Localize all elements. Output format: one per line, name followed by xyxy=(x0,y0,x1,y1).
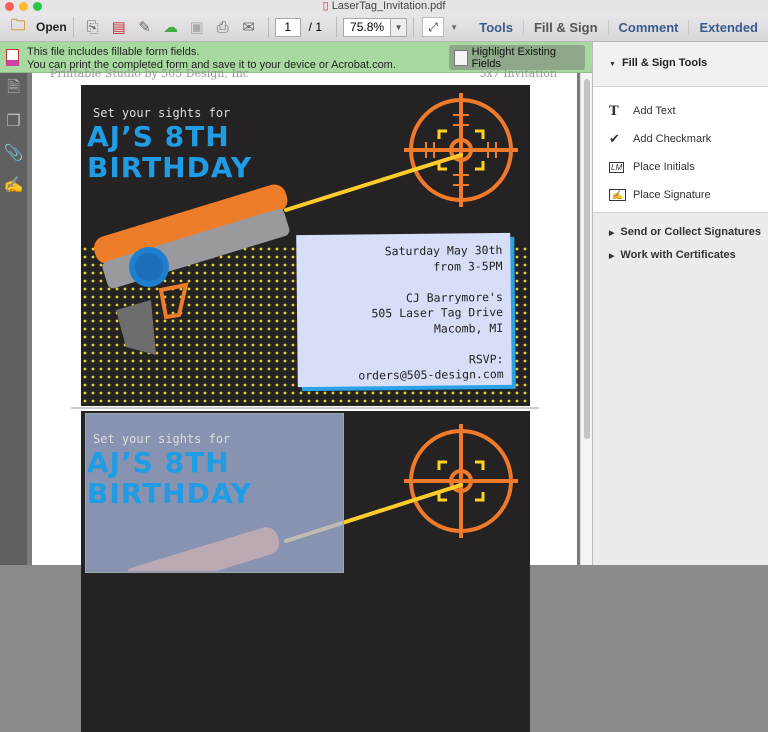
tab-extended[interactable]: Extended xyxy=(689,20,768,35)
folder-icon: 🗀 xyxy=(10,16,26,34)
details-card: Saturday May 30th from 3-5PM CJ Barrymor… xyxy=(296,232,512,388)
fill-sign-panel: ▼ Fill & Sign Tools T Add Text ✔ Add Checkm… xyxy=(592,42,768,565)
detail-date: Saturday May 30th xyxy=(384,242,503,259)
title-line-2: BIRTHDAY xyxy=(87,151,253,184)
zoom-select[interactable]: 75.8% ▼ xyxy=(343,17,408,37)
divider xyxy=(336,17,338,37)
detail-rsvp-email: orders@505-design.com xyxy=(358,366,504,383)
zoom-value: 75.8% xyxy=(350,19,385,34)
title-line-1: AJ’S 8TH xyxy=(87,446,230,479)
triangle-down-icon: ▼ xyxy=(609,61,616,68)
toolbar-overflow-icon[interactable]: ▼ xyxy=(448,17,460,37)
window-title: LaserTag_Invitation.pdf xyxy=(331,0,446,12)
triangle-right-icon: ▶ xyxy=(609,230,615,237)
add-checkmark-tool[interactable]: ✔ Add Checkmark xyxy=(593,125,768,153)
window-controls xyxy=(5,2,42,11)
detail-city: Macomb, MI xyxy=(433,320,504,336)
open-label: Open xyxy=(36,20,67,34)
pdf-file-icon: ▯ xyxy=(322,0,329,12)
document-area: Printable Studio by 505 Design, Inc 5x7 … xyxy=(27,67,580,732)
divider xyxy=(72,17,74,37)
title-line-2: BIRTHDAY xyxy=(87,477,253,510)
fill-sign-tools-header[interactable]: ▼ Fill & Sign Tools xyxy=(593,42,768,87)
invitation-title: AJ’S 8TH BIRTHDAY xyxy=(87,447,252,509)
place-signature-tool[interactable]: ✍ Place Signature xyxy=(593,181,768,209)
triangle-right-icon: ▶ xyxy=(609,253,615,260)
vertical-scrollbar[interactable] xyxy=(580,73,592,565)
highlight-fields-icon xyxy=(454,49,468,66)
tagline: Set your sights for xyxy=(93,106,231,120)
toolbar: 🗀 Open ⎘ ▤ ✎ ☁ ▣ ⎙ ✉ 1 / 1 75.8% ▼ ⤢ ▼ Too… xyxy=(0,13,768,42)
invitation-card-form: Set your sights for AJ’S 8TH BIRTHDAY xyxy=(81,411,530,732)
tool-label: Place Initials xyxy=(633,161,695,173)
print-icon[interactable]: ⎙ xyxy=(212,17,234,37)
close-window-button[interactable] xyxy=(5,2,14,11)
section-title: Fill & Sign Tools xyxy=(621,57,708,69)
tool-label: Add Checkmark xyxy=(633,133,712,145)
page-number-input[interactable]: 1 xyxy=(274,17,301,37)
text-T-icon: T xyxy=(609,103,619,119)
export-pdf-icon[interactable]: ▤ xyxy=(108,17,130,37)
panel-tabs: Tools Fill & Sign Comment Extended xyxy=(469,19,768,35)
invitation-title: AJ’S 8TH BIRTHDAY xyxy=(87,121,252,183)
scrollbar-thumb[interactable] xyxy=(584,79,590,439)
chevron-down-icon: ▼ xyxy=(390,18,407,36)
attachments-icon[interactable]: 📎 xyxy=(0,137,27,169)
tagline: Set your sights for xyxy=(93,432,231,446)
create-pdf-icon[interactable]: ⎘ xyxy=(82,17,104,37)
signature-icon: ✍ xyxy=(609,188,633,201)
laser-gun-icon xyxy=(93,184,290,355)
form-file-icon xyxy=(6,49,19,66)
minimize-window-button[interactable] xyxy=(19,2,28,11)
target-icon xyxy=(404,424,518,538)
open-button[interactable]: 🗀 Open xyxy=(5,16,67,37)
full-screen-icon[interactable]: ⤢ xyxy=(422,17,445,37)
title-bar: ▯ LaserTag_Invitation.pdf xyxy=(0,0,768,13)
initials-icon: LM xyxy=(609,161,625,173)
pages-icon[interactable]: ❐ xyxy=(0,105,27,137)
checkmark-icon: ✔ xyxy=(609,131,620,146)
send-collect-signatures-section[interactable]: ▶ Send or Collect Signatures xyxy=(593,221,768,244)
work-with-certificates-section[interactable]: ▶ Work with Certificates xyxy=(593,244,768,267)
tool-label: Add Text xyxy=(633,105,676,117)
email-icon[interactable]: ✉ xyxy=(238,17,260,37)
fill-sign-tools-list: T Add Text ✔ Add Checkmark LM Place Initial… xyxy=(593,87,768,213)
highlight-button-label: Highlight Existing Fields xyxy=(471,45,557,70)
detail-time: from 3-5PM xyxy=(433,258,503,274)
tab-comment[interactable]: Comment xyxy=(609,19,690,35)
tab-fill-sign[interactable]: Fill & Sign xyxy=(524,19,609,35)
upload-cloud-icon[interactable]: ☁ xyxy=(160,17,182,37)
card-divider xyxy=(71,407,539,409)
zoom-window-button[interactable] xyxy=(33,2,42,11)
detail-street: 505 Laser Tag Drive xyxy=(371,304,504,321)
left-navigation-pane: 🗎 ❐ 📎 ✍ xyxy=(0,73,27,565)
target-icon xyxy=(404,93,518,207)
laser-beam xyxy=(284,153,463,212)
pdf-page: Printable Studio by 505 Design, Inc 5x7 … xyxy=(32,67,577,732)
page-total: / 1 xyxy=(308,20,323,34)
page-thumbnails-icon[interactable]: 🗎 xyxy=(0,73,27,105)
divider xyxy=(413,17,415,37)
tab-tools[interactable]: Tools xyxy=(469,19,524,35)
place-initials-tool[interactable]: LM Place Initials xyxy=(593,153,768,181)
title-line-1: AJ’S 8TH xyxy=(87,120,230,153)
add-text-tool[interactable]: T Add Text xyxy=(593,97,768,125)
banner-line-1: This file includes fillable form fields. xyxy=(27,46,200,58)
tool-label: Place Signature xyxy=(633,189,711,201)
save-icon[interactable]: ▣ xyxy=(186,17,208,37)
divider xyxy=(267,17,269,37)
page-header-right: 5x7 Invitation xyxy=(479,67,557,80)
page-header-left: Printable Studio by 505 Design, Inc xyxy=(50,67,249,80)
section-label: Work with Certificates xyxy=(620,249,736,261)
edit-pdf-icon[interactable]: ✎ xyxy=(134,17,156,37)
signatures-icon[interactable]: ✍ xyxy=(0,169,27,201)
invitation-card: Set your sights for AJ’S 8TH BIRTHDAY Sat… xyxy=(81,85,530,406)
section-label: Send or Collect Signatures xyxy=(620,226,761,238)
